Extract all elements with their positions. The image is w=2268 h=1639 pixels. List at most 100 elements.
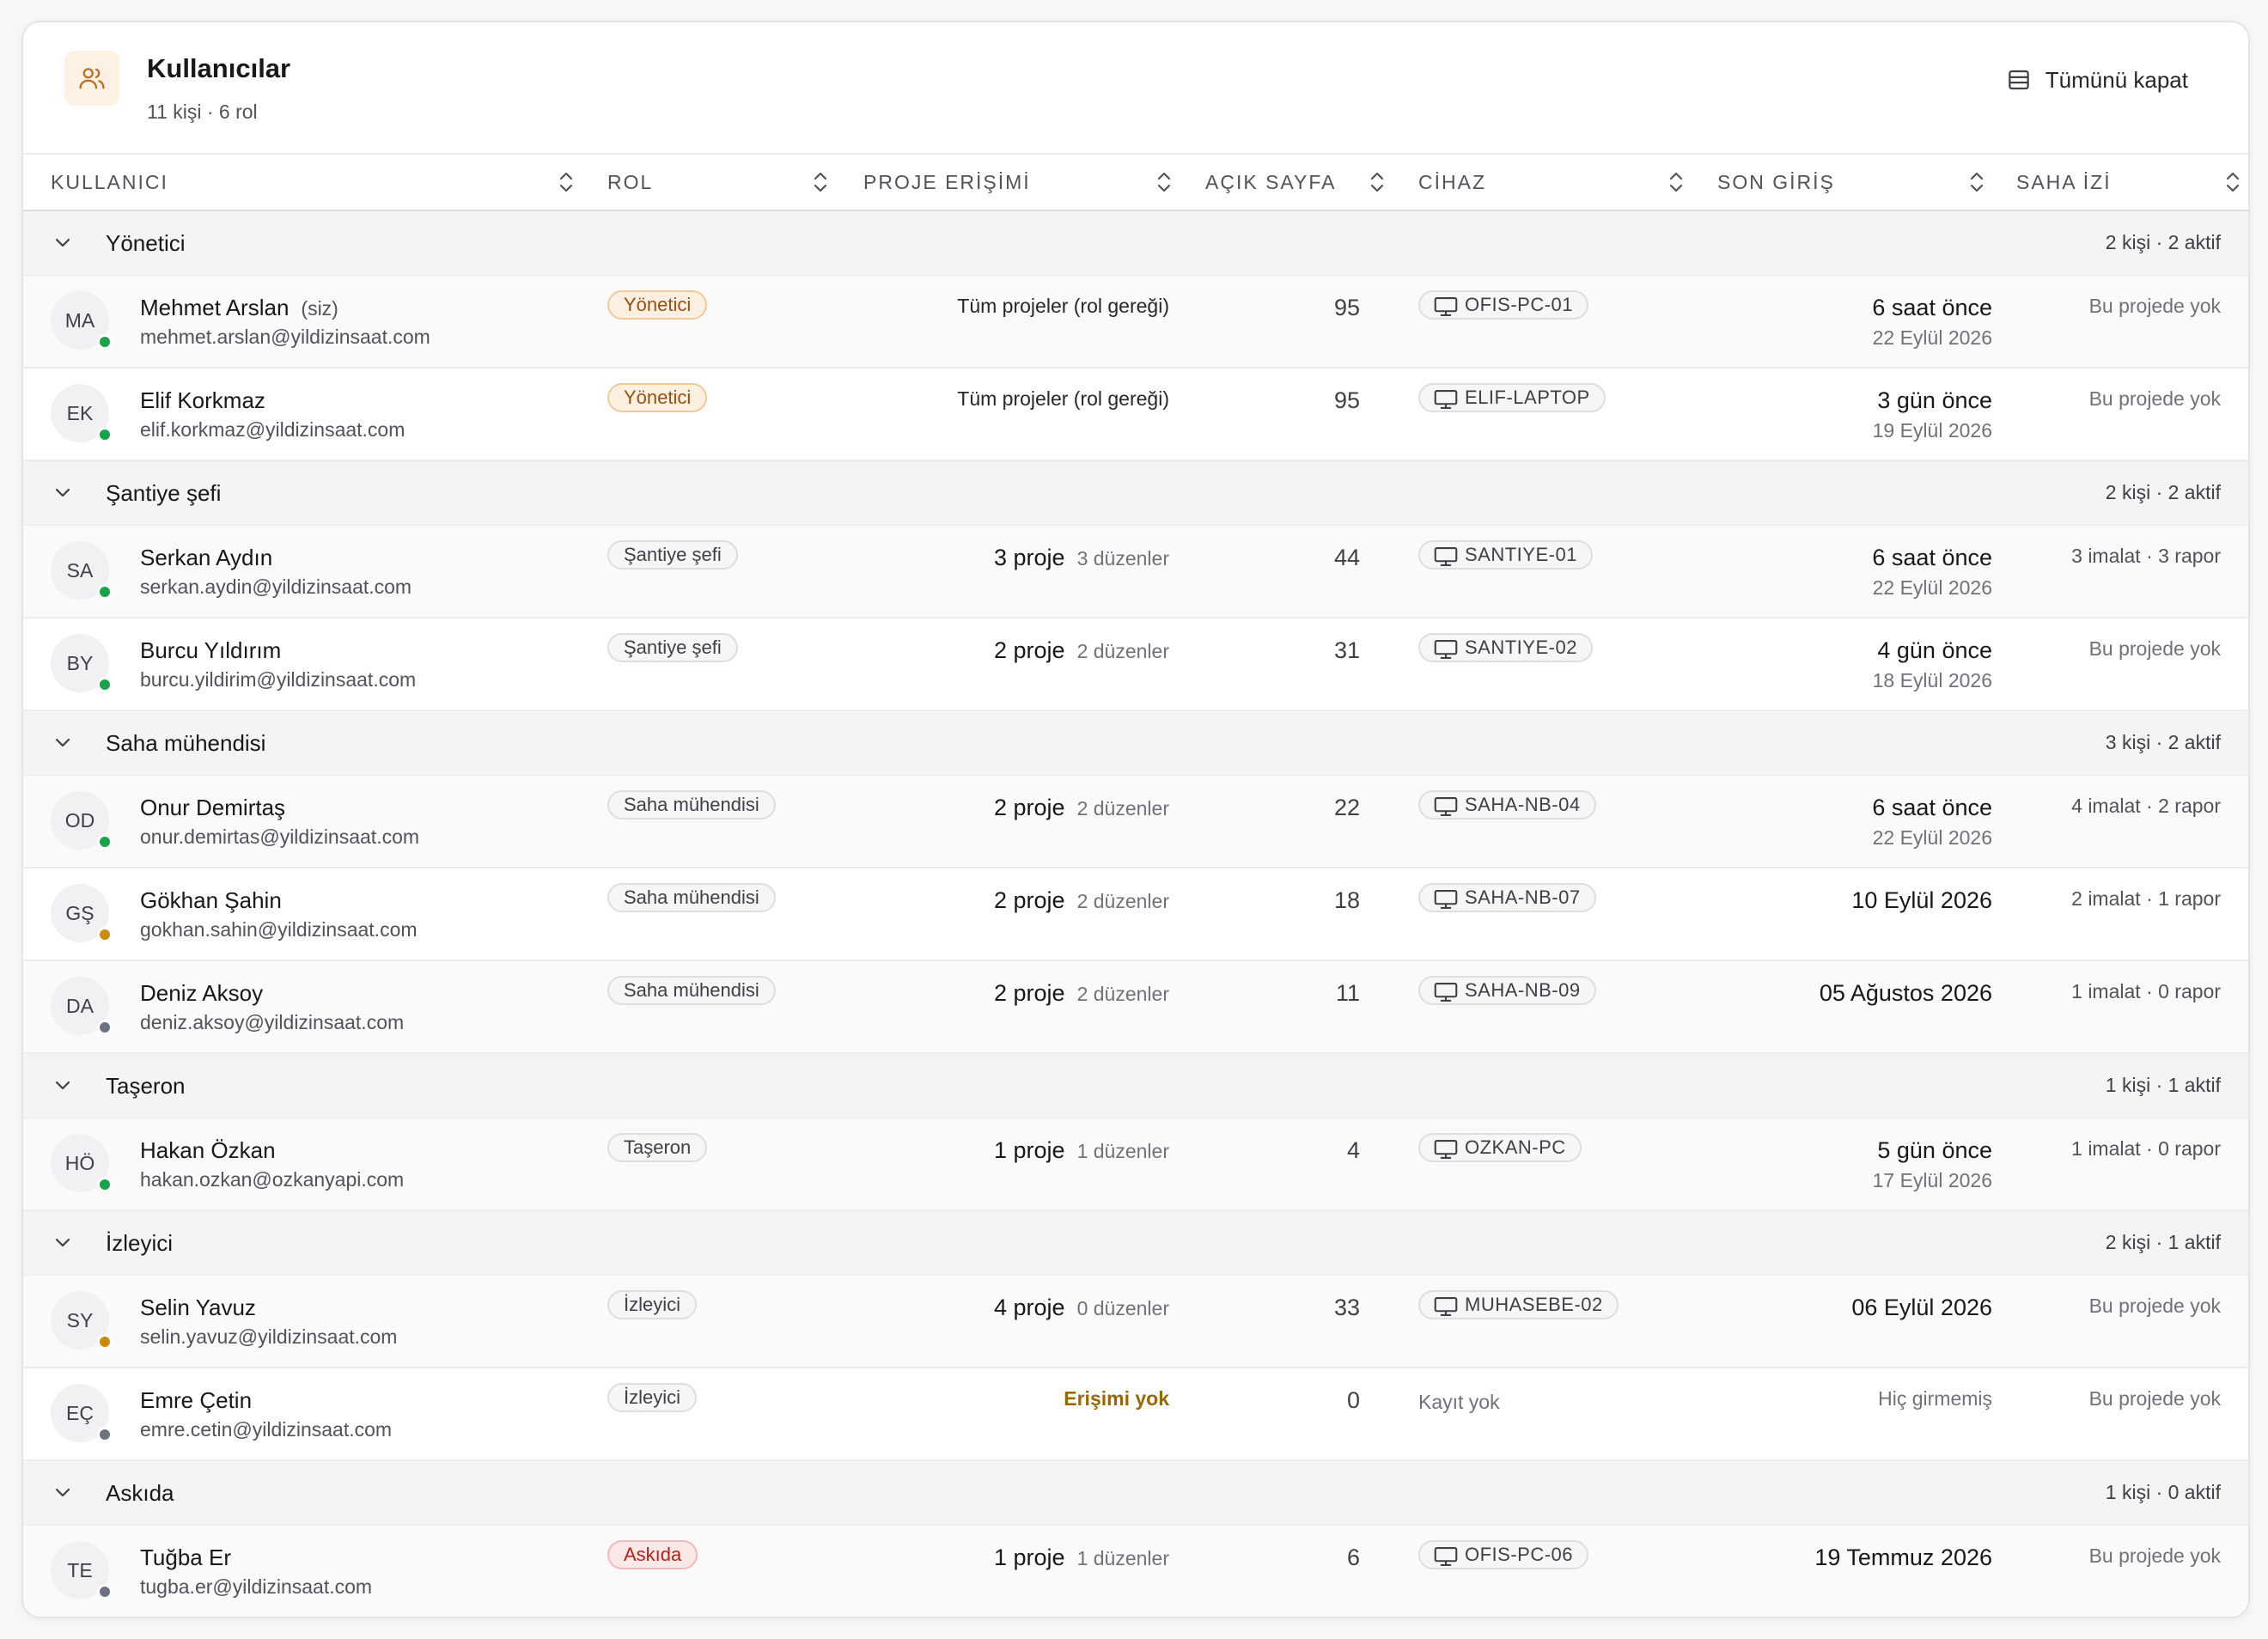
user-name-text: Tuğba Er xyxy=(140,1545,231,1570)
role-badge: Saha mühendisi xyxy=(607,976,776,1005)
sort-icon[interactable] xyxy=(1155,170,1173,194)
table-row[interactable]: MA Mehmet Arslan (siz) mehmet.arslan@yildiz… xyxy=(23,276,2248,369)
table-row[interactable]: SY Selin Yavuz selin.yavuz@yildizinsaat.co… xyxy=(23,1276,2248,1368)
last-login-relative: 6 saat önce xyxy=(1872,545,1992,570)
field-trace: Bu projede yok xyxy=(2088,637,2221,660)
col-role-header[interactable]: ROL xyxy=(607,155,653,210)
chevron-down-icon[interactable] xyxy=(52,732,73,752)
chevron-down-icon[interactable] xyxy=(52,232,73,253)
role-badge: Saha mühendisi xyxy=(607,790,776,820)
role-group-header[interactable]: İzleyici 2 kişi · 1 aktif xyxy=(23,1211,2248,1276)
monitor-icon xyxy=(1434,797,1458,816)
user-email: tugba.er@yildizinsaat.com xyxy=(140,1575,373,1598)
user-name: Deniz Aksoy xyxy=(140,980,263,1007)
last-login-relative: 6 saat önce xyxy=(1872,295,1992,320)
sort-icon[interactable] xyxy=(812,170,829,194)
sort-icon[interactable] xyxy=(558,170,575,194)
role-group-header[interactable]: Şantiye şefi 2 kişi · 2 aktif xyxy=(23,461,2248,526)
device-chip: OZKAN-PC xyxy=(1418,1133,1582,1162)
collapse-all-button[interactable]: Tümünü kapat xyxy=(2006,60,2188,100)
col-last-login-header[interactable]: SON GİRİŞ xyxy=(1717,155,1835,210)
role-group-header[interactable]: Yönetici 2 kişi · 2 aktif xyxy=(23,211,2248,276)
user-name: Hakan Özkan xyxy=(140,1137,276,1164)
last-login: 06 Eylül 2026 xyxy=(1851,1295,1992,1321)
role-badge: İzleyici xyxy=(607,1383,698,1412)
table-row[interactable]: EK Elif Korkmaz elif.korkmaz@yildizinsaat.… xyxy=(23,369,2248,461)
status-dot xyxy=(97,1427,113,1442)
device-name: OFIS-PC-01 xyxy=(1465,294,1574,315)
project-access-none: Erişimi yok xyxy=(1064,1387,1169,1410)
user-email: serkan.aydin@yildizinsaat.com xyxy=(140,576,412,598)
project-count: 3 proje xyxy=(994,545,1065,570)
user-name: Tuğba Er xyxy=(140,1545,231,1571)
role-group-header[interactable]: Saha mühendisi 3 kişi · 2 aktif xyxy=(23,711,2248,776)
last-login-relative: 3 gün önce xyxy=(1877,387,1992,413)
field-trace: Bu projede yok xyxy=(2088,1295,2221,1317)
field-trace: Bu projede yok xyxy=(2088,295,2221,317)
sort-icon[interactable] xyxy=(1667,170,1685,194)
group-summary: 2 kişi · 2 aktif xyxy=(2105,481,2221,503)
user-name-text: Mehmet Arslan xyxy=(140,295,290,320)
table-row[interactable]: HÖ Hakan Özkan hakan.ozkan@ozkanyapi.com Ta… xyxy=(23,1118,2248,1211)
table-row[interactable]: EÇ Emre Çetin emre.cetin@yildizinsaat.com İ… xyxy=(23,1368,2248,1461)
project-access: 1 proje 1 düzenler xyxy=(994,1545,1169,1571)
table-row[interactable]: SA Serkan Aydın serkan.aydin@yildizinsaat.… xyxy=(23,526,2248,618)
col-user-header[interactable]: KULLANICI xyxy=(51,155,168,210)
group-name: Yönetici xyxy=(106,230,186,256)
group-name: Saha mühendisi xyxy=(106,730,266,756)
open-pages-count: 6 xyxy=(1346,1545,1360,1570)
sort-icon[interactable] xyxy=(1968,170,1985,194)
open-pages-count: 18 xyxy=(1333,887,1360,913)
open-pages-count: 44 xyxy=(1333,545,1360,570)
last-login-date: 18 Eylül 2026 xyxy=(1872,669,1992,692)
last-login-relative: 6 saat önce xyxy=(1872,795,1992,820)
table-row[interactable]: GŞ Gökhan Şahin gokhan.sahin@yildizinsaat.… xyxy=(23,868,2248,961)
col-device-header[interactable]: CİHAZ xyxy=(1418,155,1486,210)
col-project-access-header[interactable]: PROJE ERİŞİMİ xyxy=(863,155,1031,210)
collapse-all-icon xyxy=(2009,70,2029,90)
last-login: 6 saat önce 22 Eylül 2026 xyxy=(1872,795,1992,850)
field-trace: Bu projede yok xyxy=(2088,1387,2221,1410)
user-email: gokhan.sahin@yildizinsaat.com xyxy=(140,918,418,941)
last-login-relative: 06 Eylül 2026 xyxy=(1851,1295,1992,1320)
table-row[interactable]: OD Onur Demirtaş onur.demirtas@yildizinsaa… xyxy=(23,776,2248,868)
user-email: emre.cetin@yildizinsaat.com xyxy=(140,1418,393,1441)
sort-icon[interactable] xyxy=(2224,170,2241,194)
table-row[interactable]: BY Burcu Yıldırım burcu.yildirim@yildizins… xyxy=(23,618,2248,711)
chevron-down-icon[interactable] xyxy=(52,1075,73,1095)
role-group-header[interactable]: Taşeron 1 kişi · 1 aktif xyxy=(23,1054,2248,1118)
user-email: mehmet.arslan@yildizinsaat.com xyxy=(140,326,430,348)
project-edit-count: 2 düzenler xyxy=(1076,640,1169,662)
project-access: 3 proje 3 düzenler xyxy=(994,545,1169,571)
chevron-down-icon[interactable] xyxy=(52,1232,73,1252)
project-access: 1 proje 1 düzenler xyxy=(994,1137,1169,1164)
user-name: Emre Çetin xyxy=(140,1387,252,1414)
sort-icon[interactable] xyxy=(1369,170,1386,194)
project-access: 2 proje 2 düzenler xyxy=(994,887,1169,914)
user-name-text: Gökhan Şahin xyxy=(140,887,282,913)
chevron-down-icon[interactable] xyxy=(52,482,73,503)
table-row[interactable]: TE Tuğba Er tugba.er@yildizinsaat.com Askıd… xyxy=(23,1526,2248,1617)
group-name: İzleyici xyxy=(106,1230,174,1256)
role-badge: Yönetici xyxy=(607,290,708,320)
device-name: SAHA-NB-07 xyxy=(1465,887,1581,908)
device-name: SAHA-NB-04 xyxy=(1465,794,1581,815)
role-group-header[interactable]: Askıda 1 kişi · 0 aktif xyxy=(23,1461,2248,1526)
project-count: 1 proje xyxy=(994,1545,1065,1570)
user-name: Mehmet Arslan (siz) xyxy=(140,295,338,321)
project-edit-count: 2 düzenler xyxy=(1076,797,1169,820)
group-name: Şantiye şefi xyxy=(106,480,222,506)
status-dot xyxy=(97,1177,113,1192)
device-name: OZKAN-PC xyxy=(1465,1136,1566,1158)
col-open-pages-header[interactable]: AÇIK SAYFA xyxy=(1205,155,1337,210)
table-row[interactable]: DA Deniz Aksoy deniz.aksoy@yildizinsaat.co… xyxy=(23,961,2248,1054)
chevron-down-icon[interactable] xyxy=(52,1482,73,1502)
open-pages-count: 4 xyxy=(1346,1137,1360,1163)
project-count: 1 proje xyxy=(994,1137,1065,1163)
role-badge: İzleyici xyxy=(607,1290,698,1319)
open-pages-count: 95 xyxy=(1333,387,1360,413)
col-field-trace-header[interactable]: SAHA İZİ xyxy=(2016,155,2112,210)
status-dot xyxy=(97,927,113,942)
last-login-never: Hiç girmemiş xyxy=(1878,1387,1992,1410)
user-name-text: Elif Korkmaz xyxy=(140,387,265,413)
